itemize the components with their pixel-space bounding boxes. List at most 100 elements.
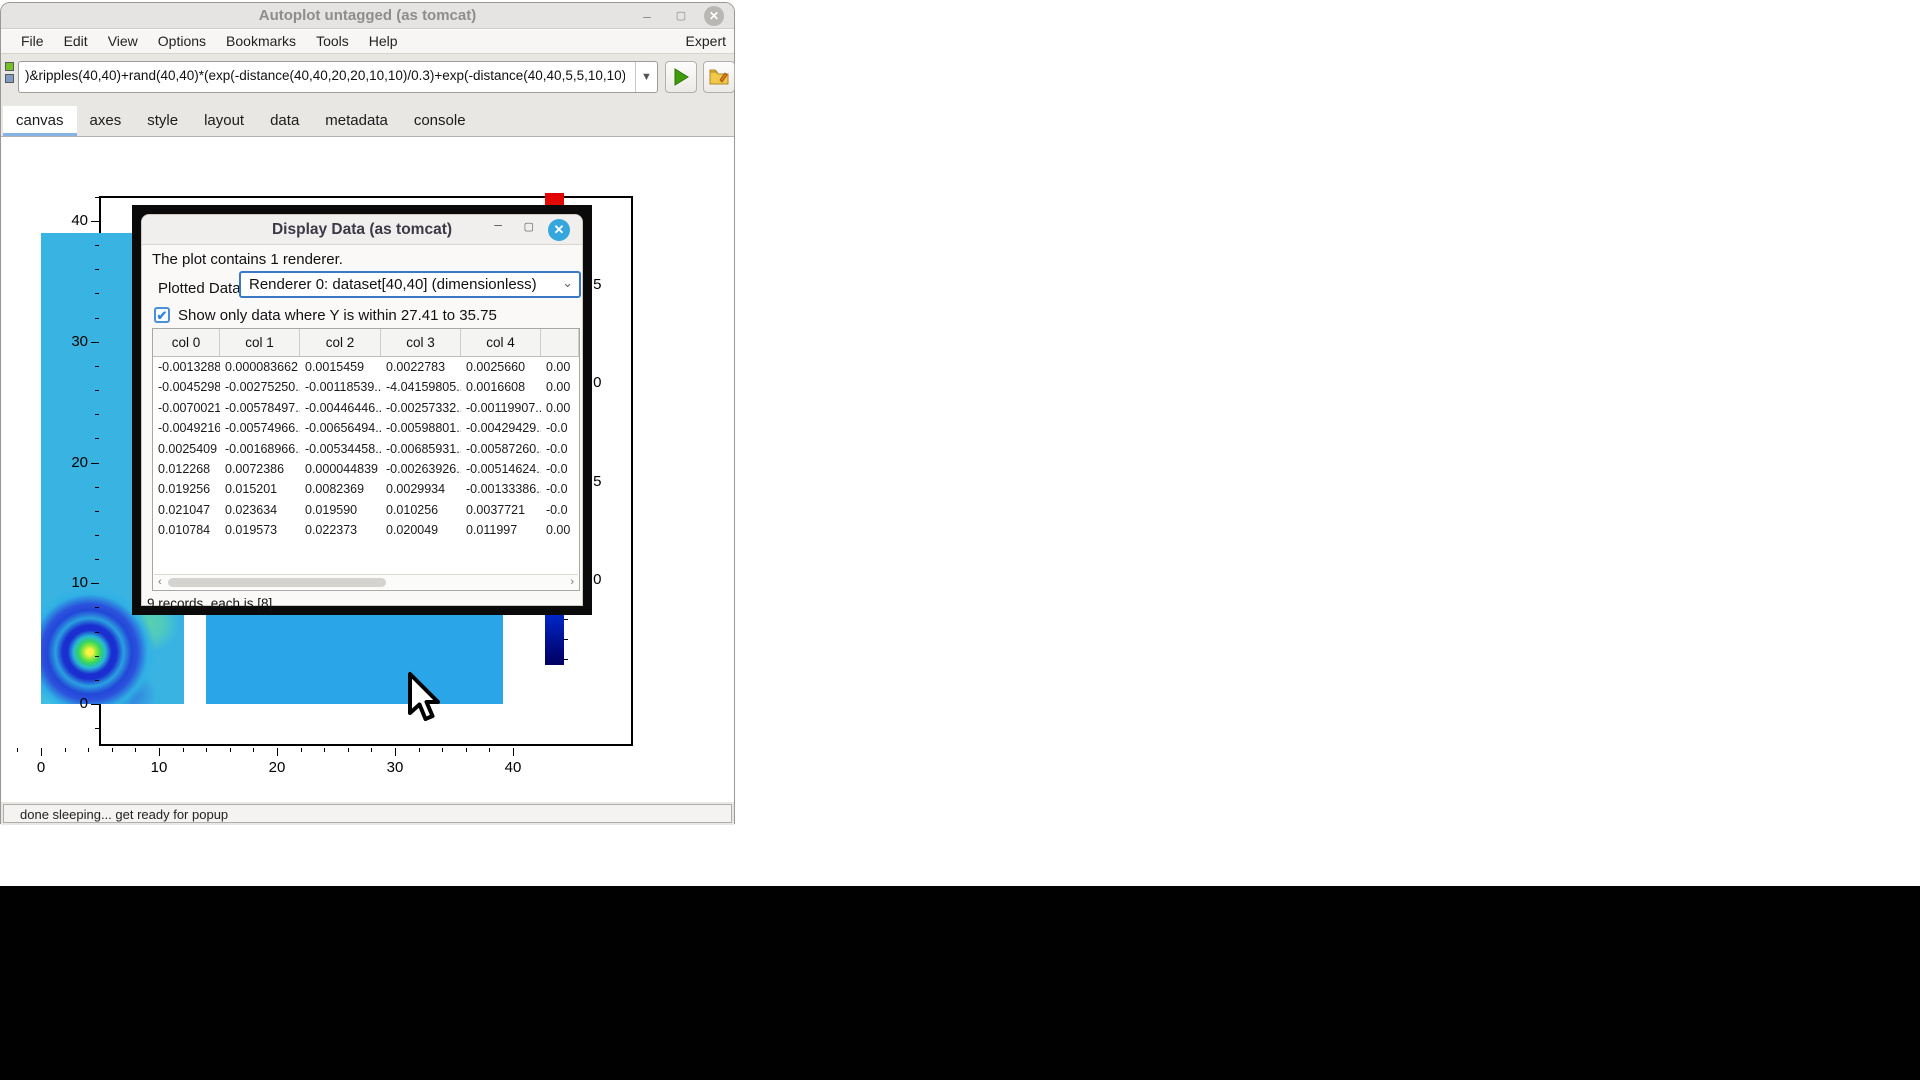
axis-tick [95, 487, 99, 488]
axis-tick [253, 748, 254, 752]
dialog-titlebar[interactable]: Display Data (as tomcat) – ▢ ✕ [142, 215, 582, 245]
menu-bookmarks[interactable]: Bookmarks [216, 30, 306, 53]
scrollbar-thumb[interactable] [168, 578, 386, 587]
table-row[interactable]: 0.0192560.0152010.00823690.0029934-0.001… [153, 479, 579, 499]
table-cell: 0.023634 [220, 500, 300, 520]
idle-status-icon [5, 62, 15, 86]
table-cell: 0.020049 [381, 520, 461, 540]
scroll-left-icon[interactable]: ‹ [158, 576, 162, 588]
data-table[interactable]: col 0col 1col 2col 3col 4 -0.00132880...… [152, 328, 580, 591]
axis-tick [371, 748, 372, 752]
tick-label: 10 [139, 759, 179, 776]
table-cell: 0.019590 [300, 500, 381, 520]
table-cell: -0.0 [541, 439, 579, 459]
tick-label: 20 [257, 759, 297, 776]
table-cell: -0.00257332... [381, 398, 461, 418]
table-cell: -0.00429429... [461, 418, 541, 438]
table-cell: 0.00 [541, 377, 579, 397]
axis-tick [95, 656, 99, 657]
dialog-close-icon[interactable]: ✕ [548, 219, 570, 241]
uri-dropdown-chevron-icon[interactable]: ▼ [635, 62, 657, 92]
axis-tick [564, 659, 568, 660]
table-row[interactable]: -0.00132880...0.0000836620.00154590.0022… [153, 357, 579, 377]
table-cell: -0.00275250... [220, 377, 300, 397]
column-header: col 1 [220, 329, 300, 356]
tick-label: 20 [62, 454, 88, 471]
window-maximize-icon[interactable]: ▢ [670, 6, 692, 26]
axis-tick [91, 463, 99, 464]
axis-tick [88, 748, 89, 752]
table-horizontal-scrollbar[interactable]: ‹ › [154, 574, 578, 589]
table-row[interactable]: 0.0107840.0195730.0223730.0200490.011997… [153, 520, 579, 540]
window-minimize-icon[interactable]: – [636, 6, 658, 26]
axis-tick [95, 438, 99, 439]
tick-label: 30 [375, 759, 415, 776]
plot-go-button[interactable] [665, 61, 697, 93]
axis-tick [135, 748, 136, 752]
table-cell: -0.00587260... [461, 439, 541, 459]
axis-tick [230, 748, 231, 752]
table-cell: 0.011997 [461, 520, 541, 540]
tick-label: 40 [62, 212, 88, 229]
dialog-maximize-icon[interactable]: ▢ [524, 220, 534, 233]
table-cell: 0.0025660 [461, 357, 541, 377]
table-cell: -0.00656494... [300, 418, 381, 438]
axis-tick [95, 318, 99, 319]
menu-edit[interactable]: Edit [54, 30, 98, 53]
table-row[interactable]: 0.0025409-0.00168966...-0.00534458...-0.… [153, 439, 579, 459]
plotted-data-combobox[interactable]: Renderer 0: dataset[40,40] (dimensionles… [239, 271, 581, 298]
tab-style[interactable]: style [134, 106, 191, 136]
display-data-dialog: Display Data (as tomcat) – ▢ ✕ The plot … [141, 214, 583, 606]
axis-tick [95, 366, 99, 367]
table-cell: -0.00263926... [381, 459, 461, 479]
table-cell: -0.0 [541, 479, 579, 499]
statusbar: done sleeping... get ready for popup [1, 802, 734, 825]
table-row[interactable]: -0.00452980...-0.00275250...-0.00118539.… [153, 377, 579, 397]
uri-input[interactable]: )&ripples(40,40)+rand(40,40)*(exp(-dista… [25, 68, 625, 88]
scroll-right-icon[interactable]: › [570, 576, 574, 588]
axis-tick [17, 748, 18, 752]
tick-label: 0 [21, 759, 61, 776]
menu-options[interactable]: Options [148, 30, 216, 53]
table-row[interactable]: -0.00700218...-0.00578497...-0.00446446.… [153, 398, 579, 418]
table-row[interactable]: 0.0122680.00723860.000044839-0.00263926.… [153, 459, 579, 479]
column-header: col 0 [153, 329, 220, 356]
mouse-cursor-icon [406, 671, 446, 727]
tab-console[interactable]: console [401, 106, 479, 136]
menu-help[interactable]: Help [359, 30, 408, 53]
filter-checkbox[interactable]: ✔ [154, 307, 170, 323]
table-row[interactable]: -0.00492163...-0.00574966...-0.00656494.… [153, 418, 579, 438]
tab-data[interactable]: data [257, 106, 312, 136]
display-data-dialog-frame: Display Data (as tomcat) – ▢ ✕ The plot … [132, 205, 592, 615]
axis-tick [112, 748, 113, 752]
plot-canvas[interactable]: 0102030404030201001.51.00.50.0 Display D… [2, 137, 734, 802]
axis-tick [301, 748, 302, 752]
table-cell: 0.0037721 [461, 500, 541, 520]
axis-tick [466, 748, 467, 752]
table-cell: 0.00 [541, 398, 579, 418]
window-titlebar[interactable]: Autoplot untagged (as tomcat) – ▢ ✕ [1, 3, 734, 29]
table-cell: -0.00514624... [461, 459, 541, 479]
menu-tools[interactable]: Tools [306, 30, 359, 53]
table-row[interactable]: 0.0210470.0236340.0195900.0102560.003772… [153, 500, 579, 520]
table-cell: -0.00119907... [461, 398, 541, 418]
axis-tick [91, 221, 99, 222]
table-cell: -0.00578497... [220, 398, 300, 418]
menu-file[interactable]: File [11, 30, 54, 53]
combo-chevron-down-icon[interactable]: ⌄ [562, 275, 573, 291]
inspect-uri-button[interactable] [703, 61, 735, 93]
statusbar-panel: done sleeping... get ready for popup [3, 804, 732, 823]
menu-view[interactable]: View [98, 30, 148, 53]
autoplot-window: Autoplot untagged (as tomcat) – ▢ ✕ File… [0, 2, 735, 824]
tick-label: 40 [493, 759, 533, 776]
tab-layout[interactable]: layout [191, 106, 257, 136]
dialog-minimize-icon[interactable]: – [494, 216, 502, 232]
tab-canvas[interactable]: canvas [3, 106, 77, 136]
tab-metadata[interactable]: metadata [312, 106, 401, 136]
window-close-icon[interactable]: ✕ [704, 6, 724, 26]
menu-expert[interactable]: Expert [686, 33, 726, 49]
uri-combobox[interactable]: )&ripples(40,40)+rand(40,40)*(exp(-dista… [18, 61, 658, 93]
tab-axes[interactable]: axes [77, 106, 135, 136]
axis-tick [564, 619, 568, 620]
axis-tick [95, 293, 99, 294]
